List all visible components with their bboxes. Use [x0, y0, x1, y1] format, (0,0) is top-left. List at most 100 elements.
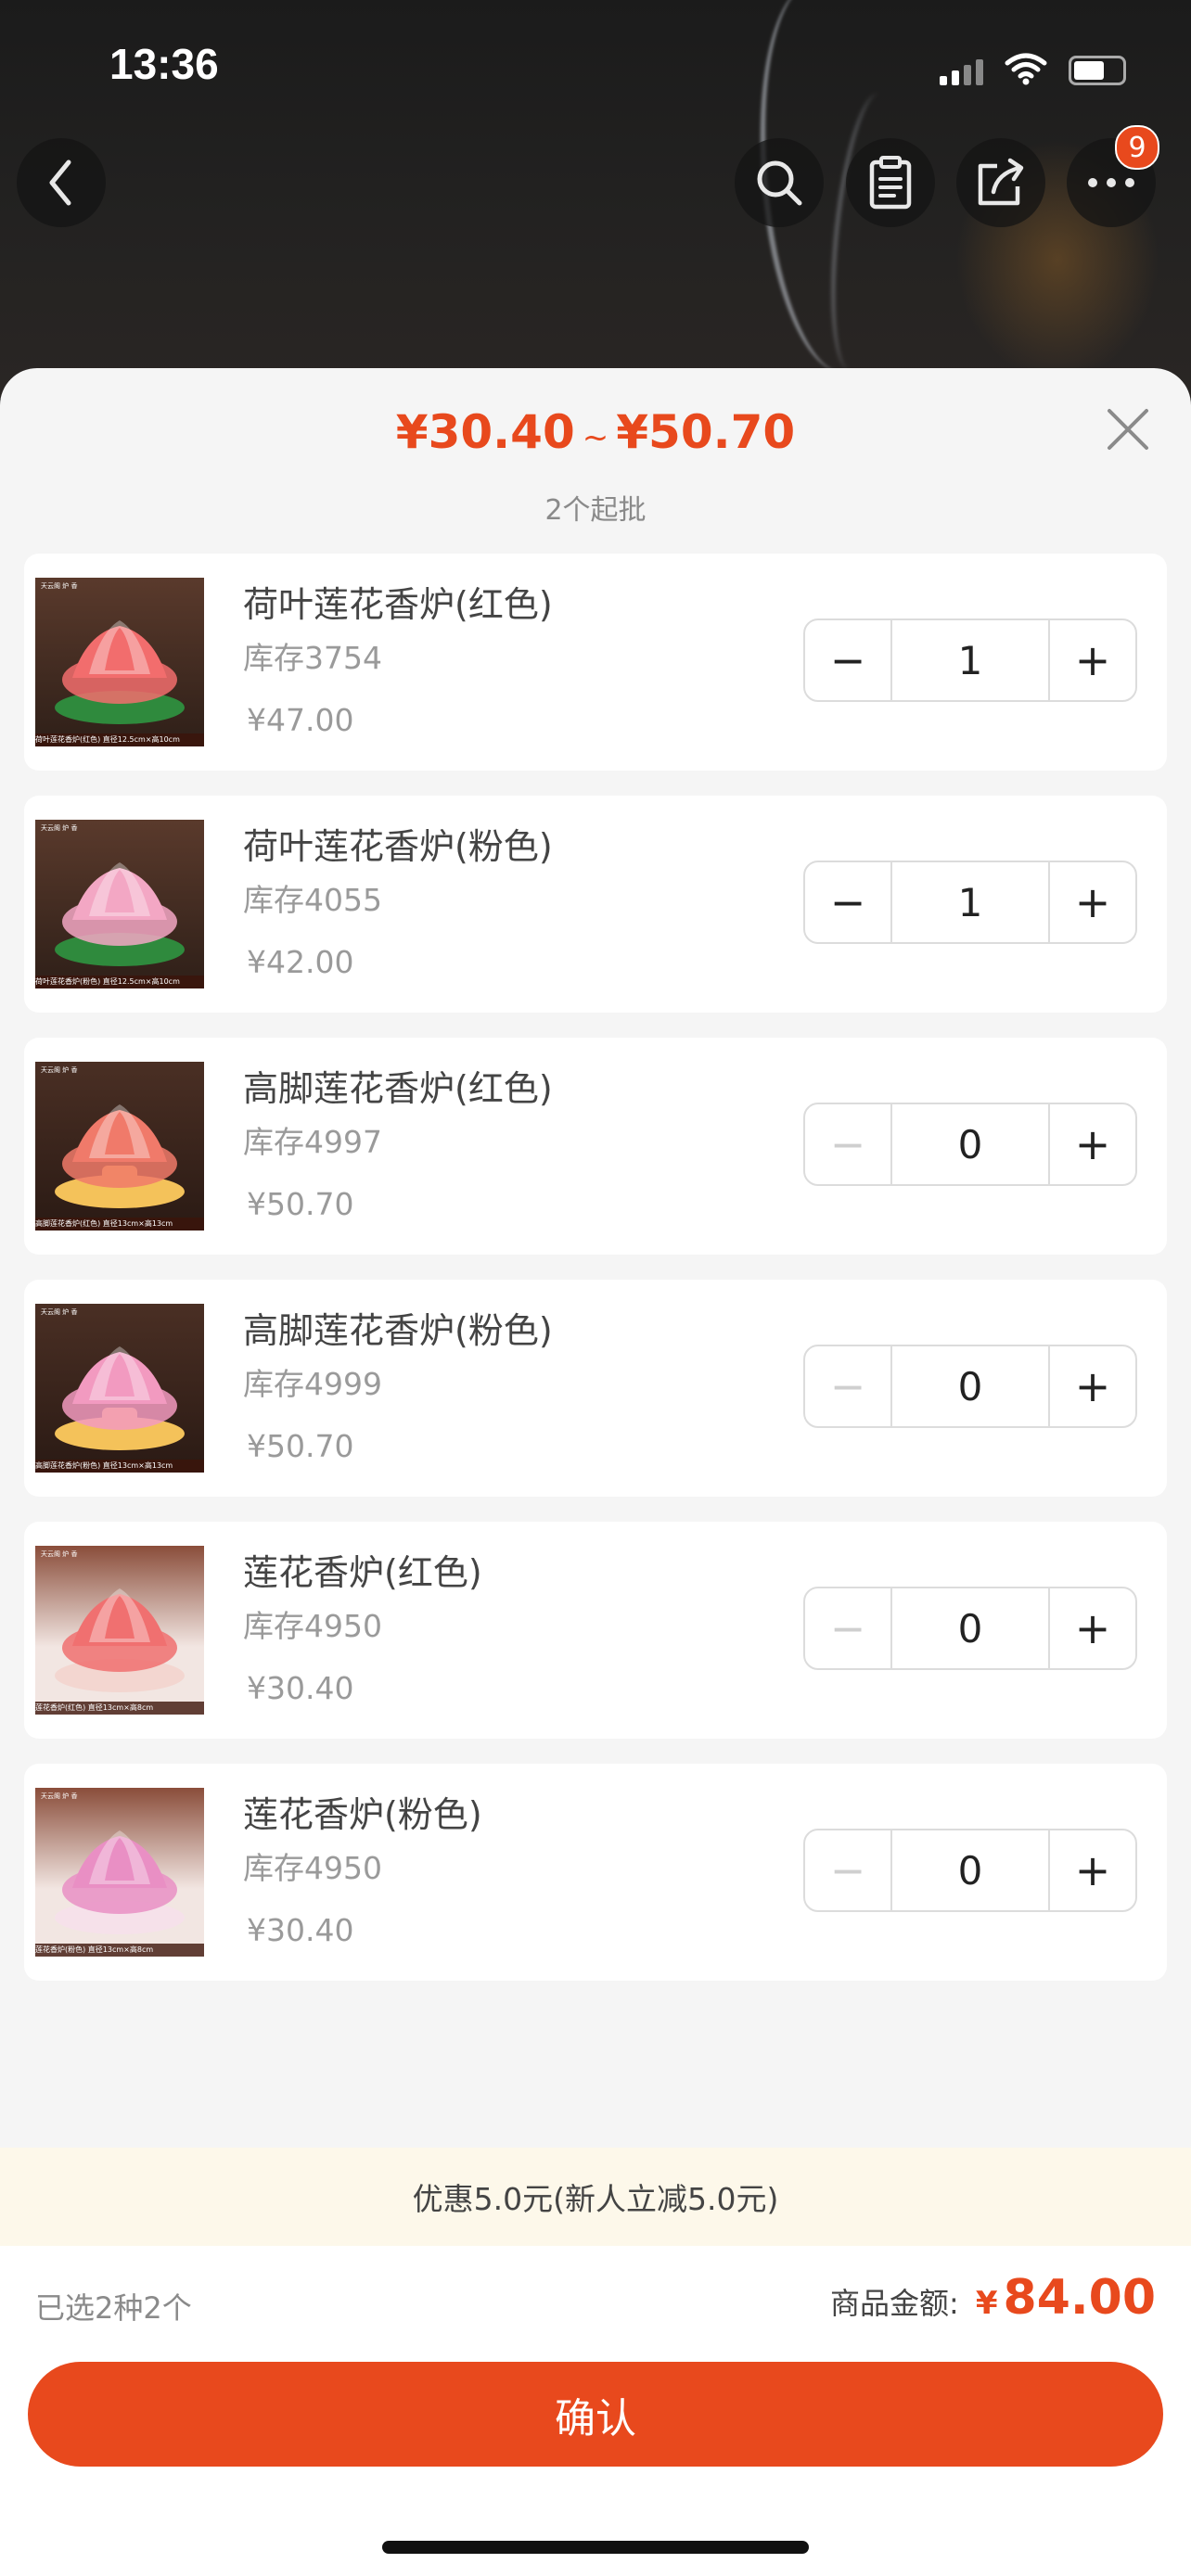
- sku-name: 荷叶莲花香炉(红色): [243, 584, 553, 625]
- increment-button[interactable]: +: [1050, 1346, 1135, 1426]
- quantity-stepper: − 0 +: [803, 1829, 1137, 1912]
- price-low: ¥30.40: [395, 405, 575, 459]
- total-label: 商品金额:: [830, 2286, 959, 2321]
- thumb-caption: 高脚莲花香炉(粉色) 直径13cm×高13cm: [35, 1460, 204, 1473]
- footer-bar: 已选2种2个 商品金额: ¥ 84.00 确认: [0, 2246, 1191, 2576]
- sku-name: 高脚莲花香炉(红色): [243, 1068, 553, 1109]
- lotus-censer-image: [55, 1830, 185, 1934]
- product-hero-image: 13:36 9: [0, 0, 1191, 399]
- sku-thumbnail: 天云阁 炉 香 高脚莲花香炉(红色) 直径13cm×高13cm: [35, 1062, 204, 1231]
- increment-button[interactable]: +: [1050, 1104, 1135, 1184]
- status-icons: [940, 48, 1126, 85]
- quantity-stepper: − 0 +: [803, 1587, 1137, 1670]
- sku-thumbnail: 天云阁 炉 香 荷叶莲花香炉(粉色) 直径12.5cm×高10cm: [35, 820, 204, 988]
- decrement-button[interactable]: −: [805, 1104, 890, 1184]
- sku-name: 高脚莲花香炉(粉色): [243, 1310, 553, 1351]
- quantity-value[interactable]: 0: [890, 1830, 1050, 1910]
- back-button[interactable]: [17, 138, 106, 227]
- quantity-value[interactable]: 1: [890, 862, 1050, 942]
- thumb-tag: 天云阁 炉 香: [41, 824, 78, 832]
- sku-row: 天云阁 炉 香 高脚莲花香炉(红色) 直径13cm×高13cm 高脚莲花香炉(红…: [24, 1038, 1167, 1255]
- sku-price: ¥47.00: [247, 702, 354, 738]
- price-separator: ~: [582, 419, 609, 456]
- lotus-censer-image: [55, 1104, 185, 1208]
- sku-price: ¥50.70: [247, 1428, 354, 1464]
- quantity-value[interactable]: 0: [890, 1588, 1050, 1668]
- total-currency: ¥: [975, 2285, 998, 2322]
- minimum-order: 2个起批: [544, 494, 647, 527]
- clipboard-icon: [869, 156, 912, 210]
- cart-badge: 9: [1115, 125, 1159, 170]
- clipboard-button[interactable]: [846, 138, 935, 227]
- thumb-tag: 天云阁 炉 香: [41, 1308, 78, 1316]
- lotus-censer-image: [55, 1588, 185, 1692]
- battery-icon: [1069, 56, 1126, 85]
- sku-thumbnail: 天云阁 炉 香 莲花香炉(粉色) 直径13cm×高8cm: [35, 1788, 204, 1957]
- decrement-button[interactable]: −: [805, 1830, 890, 1910]
- lotus-censer-image: [55, 620, 185, 724]
- share-button[interactable]: [956, 138, 1045, 227]
- quantity-stepper: − 1 +: [803, 861, 1137, 944]
- sku-row: 天云阁 炉 香 莲花香炉(粉色) 直径13cm×高8cm 莲花香炉(粉色) 库存…: [24, 1764, 1167, 1981]
- sku-stock: 库存4997: [243, 1124, 382, 1160]
- thumb-tag: 天云阁 炉 香: [41, 582, 78, 590]
- wifi-icon: [1005, 53, 1047, 85]
- close-icon: [1108, 409, 1148, 450]
- increment-button[interactable]: +: [1050, 862, 1135, 942]
- lotus-censer-image: [55, 862, 185, 966]
- increment-button[interactable]: +: [1050, 1830, 1135, 1910]
- increment-button[interactable]: +: [1050, 620, 1135, 700]
- sku-thumbnail: 天云阁 炉 香 高脚莲花香炉(粉色) 直径13cm×高13cm: [35, 1304, 204, 1473]
- discount-banner: 优惠5.0元(新人立减5.0元): [0, 2148, 1191, 2246]
- close-button[interactable]: [1100, 402, 1156, 457]
- thumb-tag: 天云阁 炉 香: [41, 1066, 78, 1074]
- back-icon: [49, 159, 71, 206]
- status-time: 13:36: [109, 40, 219, 88]
- thumb-caption: 莲花香炉(红色) 直径13cm×高8cm: [35, 1702, 204, 1715]
- quantity-value[interactable]: 0: [890, 1346, 1050, 1426]
- decrement-button[interactable]: −: [805, 1588, 890, 1668]
- share-icon: [978, 158, 1024, 206]
- price-high: ¥50.70: [616, 405, 796, 459]
- sku-name: 莲花香炉(红色): [243, 1552, 482, 1593]
- thumb-caption: 荷叶莲花香炉(红色) 直径12.5cm×高10cm: [35, 733, 204, 746]
- decrement-button[interactable]: −: [805, 1346, 890, 1426]
- sku-price: ¥30.40: [247, 1670, 354, 1706]
- sku-name: 荷叶莲花香炉(粉色): [243, 826, 553, 867]
- thumb-caption: 莲花香炉(粉色) 直径13cm×高8cm: [35, 1944, 204, 1957]
- sku-stock: 库存4999: [243, 1366, 382, 1402]
- quantity-stepper: − 0 +: [803, 1103, 1137, 1186]
- thumb-caption: 荷叶莲花香炉(粉色) 直径12.5cm×高10cm: [35, 976, 204, 988]
- thumb-tag: 天云阁 炉 香: [41, 1550, 78, 1558]
- sku-row: 天云阁 炉 香 荷叶莲花香炉(红色) 直径12.5cm×高10cm 荷叶莲花香炉…: [24, 554, 1167, 771]
- sku-stock: 库存3754: [243, 640, 382, 676]
- search-icon: [757, 160, 802, 206]
- sku-row: 天云阁 炉 香 莲花香炉(红色) 直径13cm×高8cm 莲花香炉(红色) 库存…: [24, 1522, 1167, 1739]
- lotus-censer-image: [55, 1346, 185, 1450]
- quantity-stepper: − 0 +: [803, 1345, 1137, 1428]
- search-button[interactable]: [735, 138, 824, 227]
- sku-row: 天云阁 炉 香 荷叶莲花香炉(粉色) 直径12.5cm×高10cm 荷叶莲花香炉…: [24, 796, 1167, 1013]
- confirm-button[interactable]: 确认: [28, 2362, 1163, 2467]
- quantity-stepper: − 1 +: [803, 618, 1137, 702]
- home-indicator: [382, 2541, 809, 2554]
- total-amount: 商品金额: ¥ 84.00: [830, 2270, 1156, 2326]
- sku-row: 天云阁 炉 香 高脚莲花香炉(粉色) 直径13cm×高13cm 高脚莲花香炉(粉…: [24, 1280, 1167, 1497]
- sku-price: ¥42.00: [247, 944, 354, 980]
- increment-button[interactable]: +: [1050, 1588, 1135, 1668]
- sku-stock: 库存4950: [243, 1608, 382, 1644]
- sku-name: 莲花香炉(粉色): [243, 1794, 482, 1835]
- decrement-button[interactable]: −: [805, 862, 890, 942]
- quantity-value[interactable]: 1: [890, 620, 1050, 700]
- decrement-button[interactable]: −: [805, 620, 890, 700]
- sku-price: ¥30.40: [247, 1912, 354, 1948]
- thumb-tag: 天云阁 炉 香: [41, 1792, 78, 1800]
- sku-thumbnail: 天云阁 炉 香 莲花香炉(红色) 直径13cm×高8cm: [35, 1546, 204, 1715]
- more-button[interactable]: 9: [1067, 125, 1159, 227]
- more-icon: [1088, 178, 1134, 187]
- sku-thumbnail: 天云阁 炉 香 荷叶莲花香炉(红色) 直径12.5cm×高10cm: [35, 578, 204, 746]
- signal-icon: [940, 59, 983, 85]
- quantity-value[interactable]: 0: [890, 1104, 1050, 1184]
- thumb-caption: 高脚莲花香炉(红色) 直径13cm×高13cm: [35, 1218, 204, 1231]
- sku-price: ¥50.70: [247, 1186, 354, 1222]
